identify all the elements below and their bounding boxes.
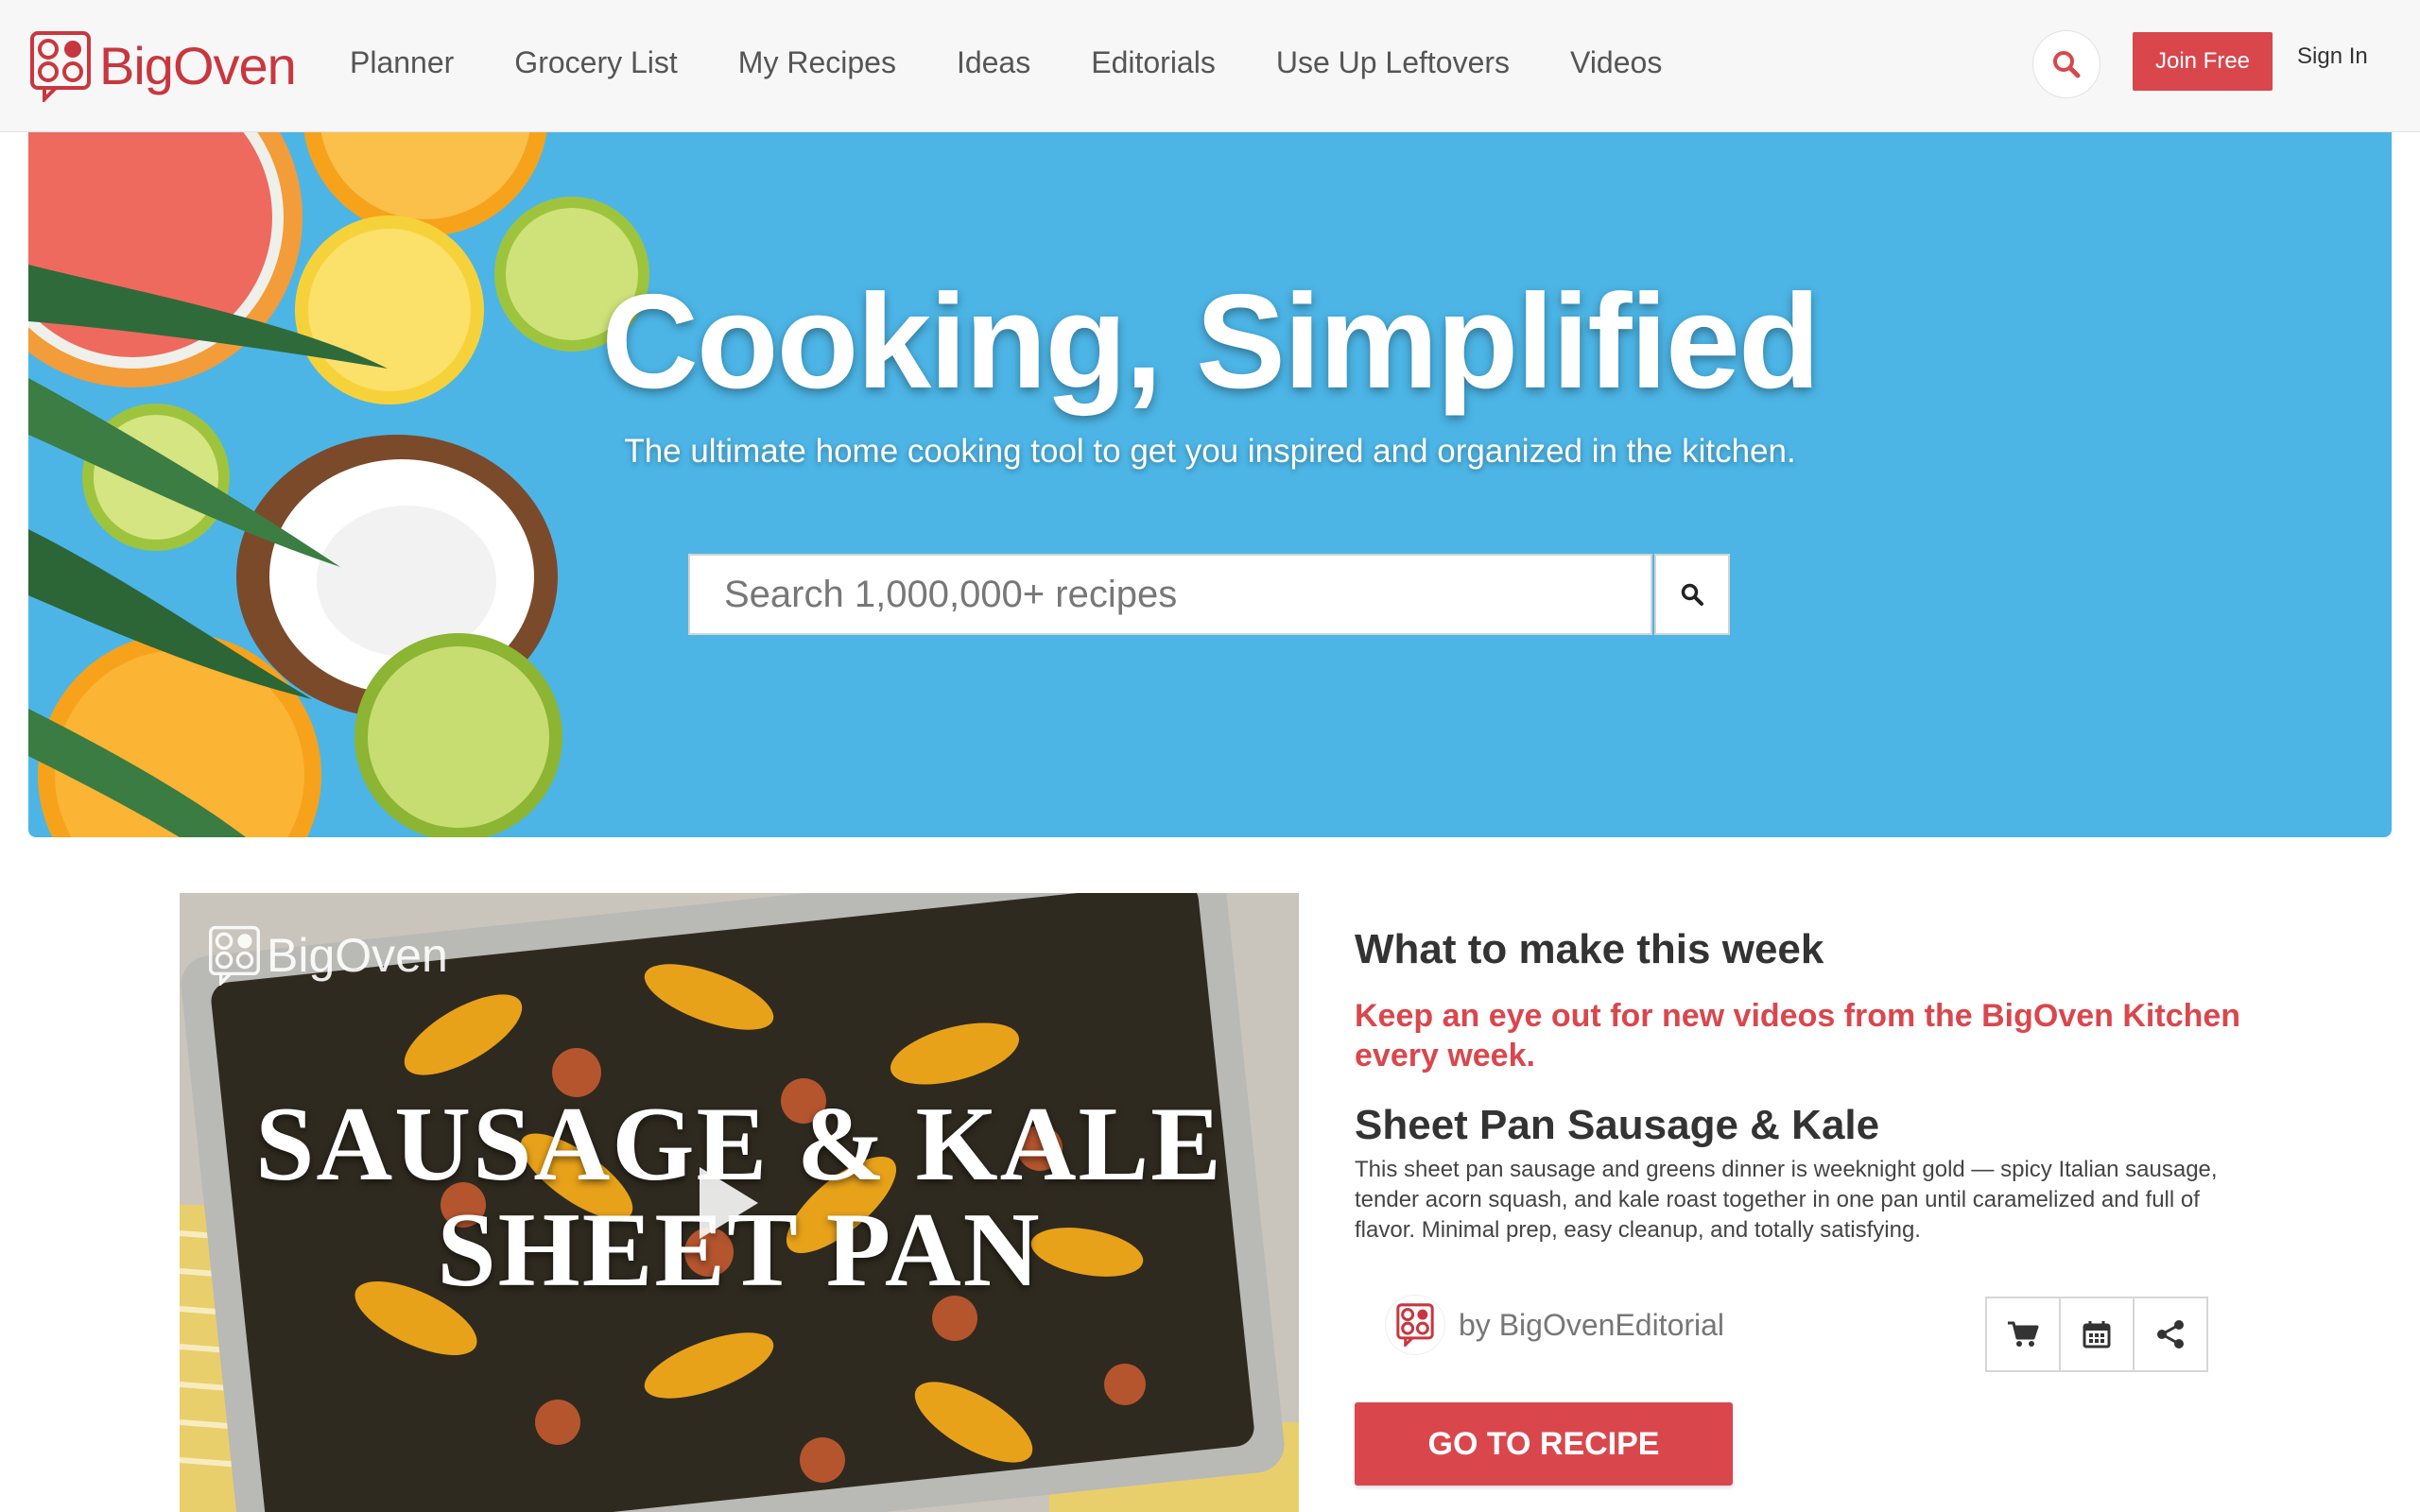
bigoven-logo-icon	[209, 925, 260, 986]
go-to-recipe-button[interactable]: GO TO RECIPE	[1355, 1402, 1733, 1486]
hero-banner: Cooking, Simplified The ultimate home co…	[28, 132, 2392, 837]
feature-tagline: Keep an eye out for new videos from the …	[1355, 998, 2241, 1074]
add-to-planner-button[interactable]	[2059, 1297, 2135, 1372]
section-heading: What to make this week	[1355, 926, 1824, 972]
sign-in-link[interactable]: Sign In	[2297, 43, 2368, 70]
author-name: by BigOvenEditorial	[1459, 1307, 1725, 1342]
bigoven-logo-icon	[30, 31, 91, 102]
nav-grocery-list[interactable]: Grocery List	[514, 45, 677, 80]
hero-subtitle: The ultimate home cooking tool to get yo…	[624, 433, 1796, 470]
recipe-search-input[interactable]	[722, 556, 1634, 633]
recipe-description: This sheet pan sausage and greens dinner…	[1355, 1157, 2218, 1243]
nav-videos[interactable]: Videos	[1570, 45, 1662, 80]
search-icon	[1681, 583, 1703, 606]
nav-planner[interactable]: Planner	[350, 45, 454, 80]
bigoven-logo-icon	[1396, 1303, 1434, 1347]
recipe-actions	[1985, 1297, 2208, 1372]
play-icon[interactable]	[700, 1167, 758, 1239]
add-to-grocery-button[interactable]	[1985, 1297, 2061, 1372]
citrus-fruit-image	[28, 132, 649, 837]
feature-text: What to make this week Keep an eye out f…	[1355, 926, 2262, 1246]
share-button[interactable]	[2133, 1297, 2208, 1372]
author-avatar	[1385, 1295, 1445, 1355]
video-logo-text: BigOven	[267, 929, 448, 982]
nav-my-recipes[interactable]: My Recipes	[738, 45, 896, 80]
search-icon	[2053, 51, 2081, 78]
nav-ideas[interactable]: Ideas	[957, 45, 1030, 80]
featured-video[interactable]: BigOven SAUSAGE & KALE SHEET PAN	[180, 893, 1299, 1512]
recipe-author[interactable]: by BigOvenEditorial	[1385, 1295, 1724, 1355]
nav-editorials[interactable]: Editorials	[1091, 45, 1216, 80]
header-search-button[interactable]	[2032, 30, 2100, 98]
top-header: BigOven Planner Grocery List My Recipes …	[0, 0, 2420, 132]
recipe-title[interactable]: Sheet Pan Sausage & Kale	[1355, 1102, 2262, 1149]
bigoven-logo[interactable]: BigOven	[29, 30, 297, 102]
share-icon	[2157, 1320, 2184, 1349]
cart-icon	[2008, 1321, 2039, 1347]
hero-search-box	[688, 554, 1652, 635]
main-nav: Planner Grocery List My Recipes Ideas Ed…	[350, 0, 1722, 125]
video-watermark-logo: BigOven	[208, 925, 448, 986]
calendar-icon	[2083, 1321, 2111, 1349]
join-free-button[interactable]: Join Free	[2133, 32, 2273, 91]
hero-title: Cooking, Simplified	[601, 266, 1820, 417]
hero-search-button[interactable]	[1654, 554, 1730, 635]
brand-name: BigOven	[99, 36, 297, 95]
nav-use-up-leftovers[interactable]: Use Up Leftovers	[1276, 45, 1510, 80]
